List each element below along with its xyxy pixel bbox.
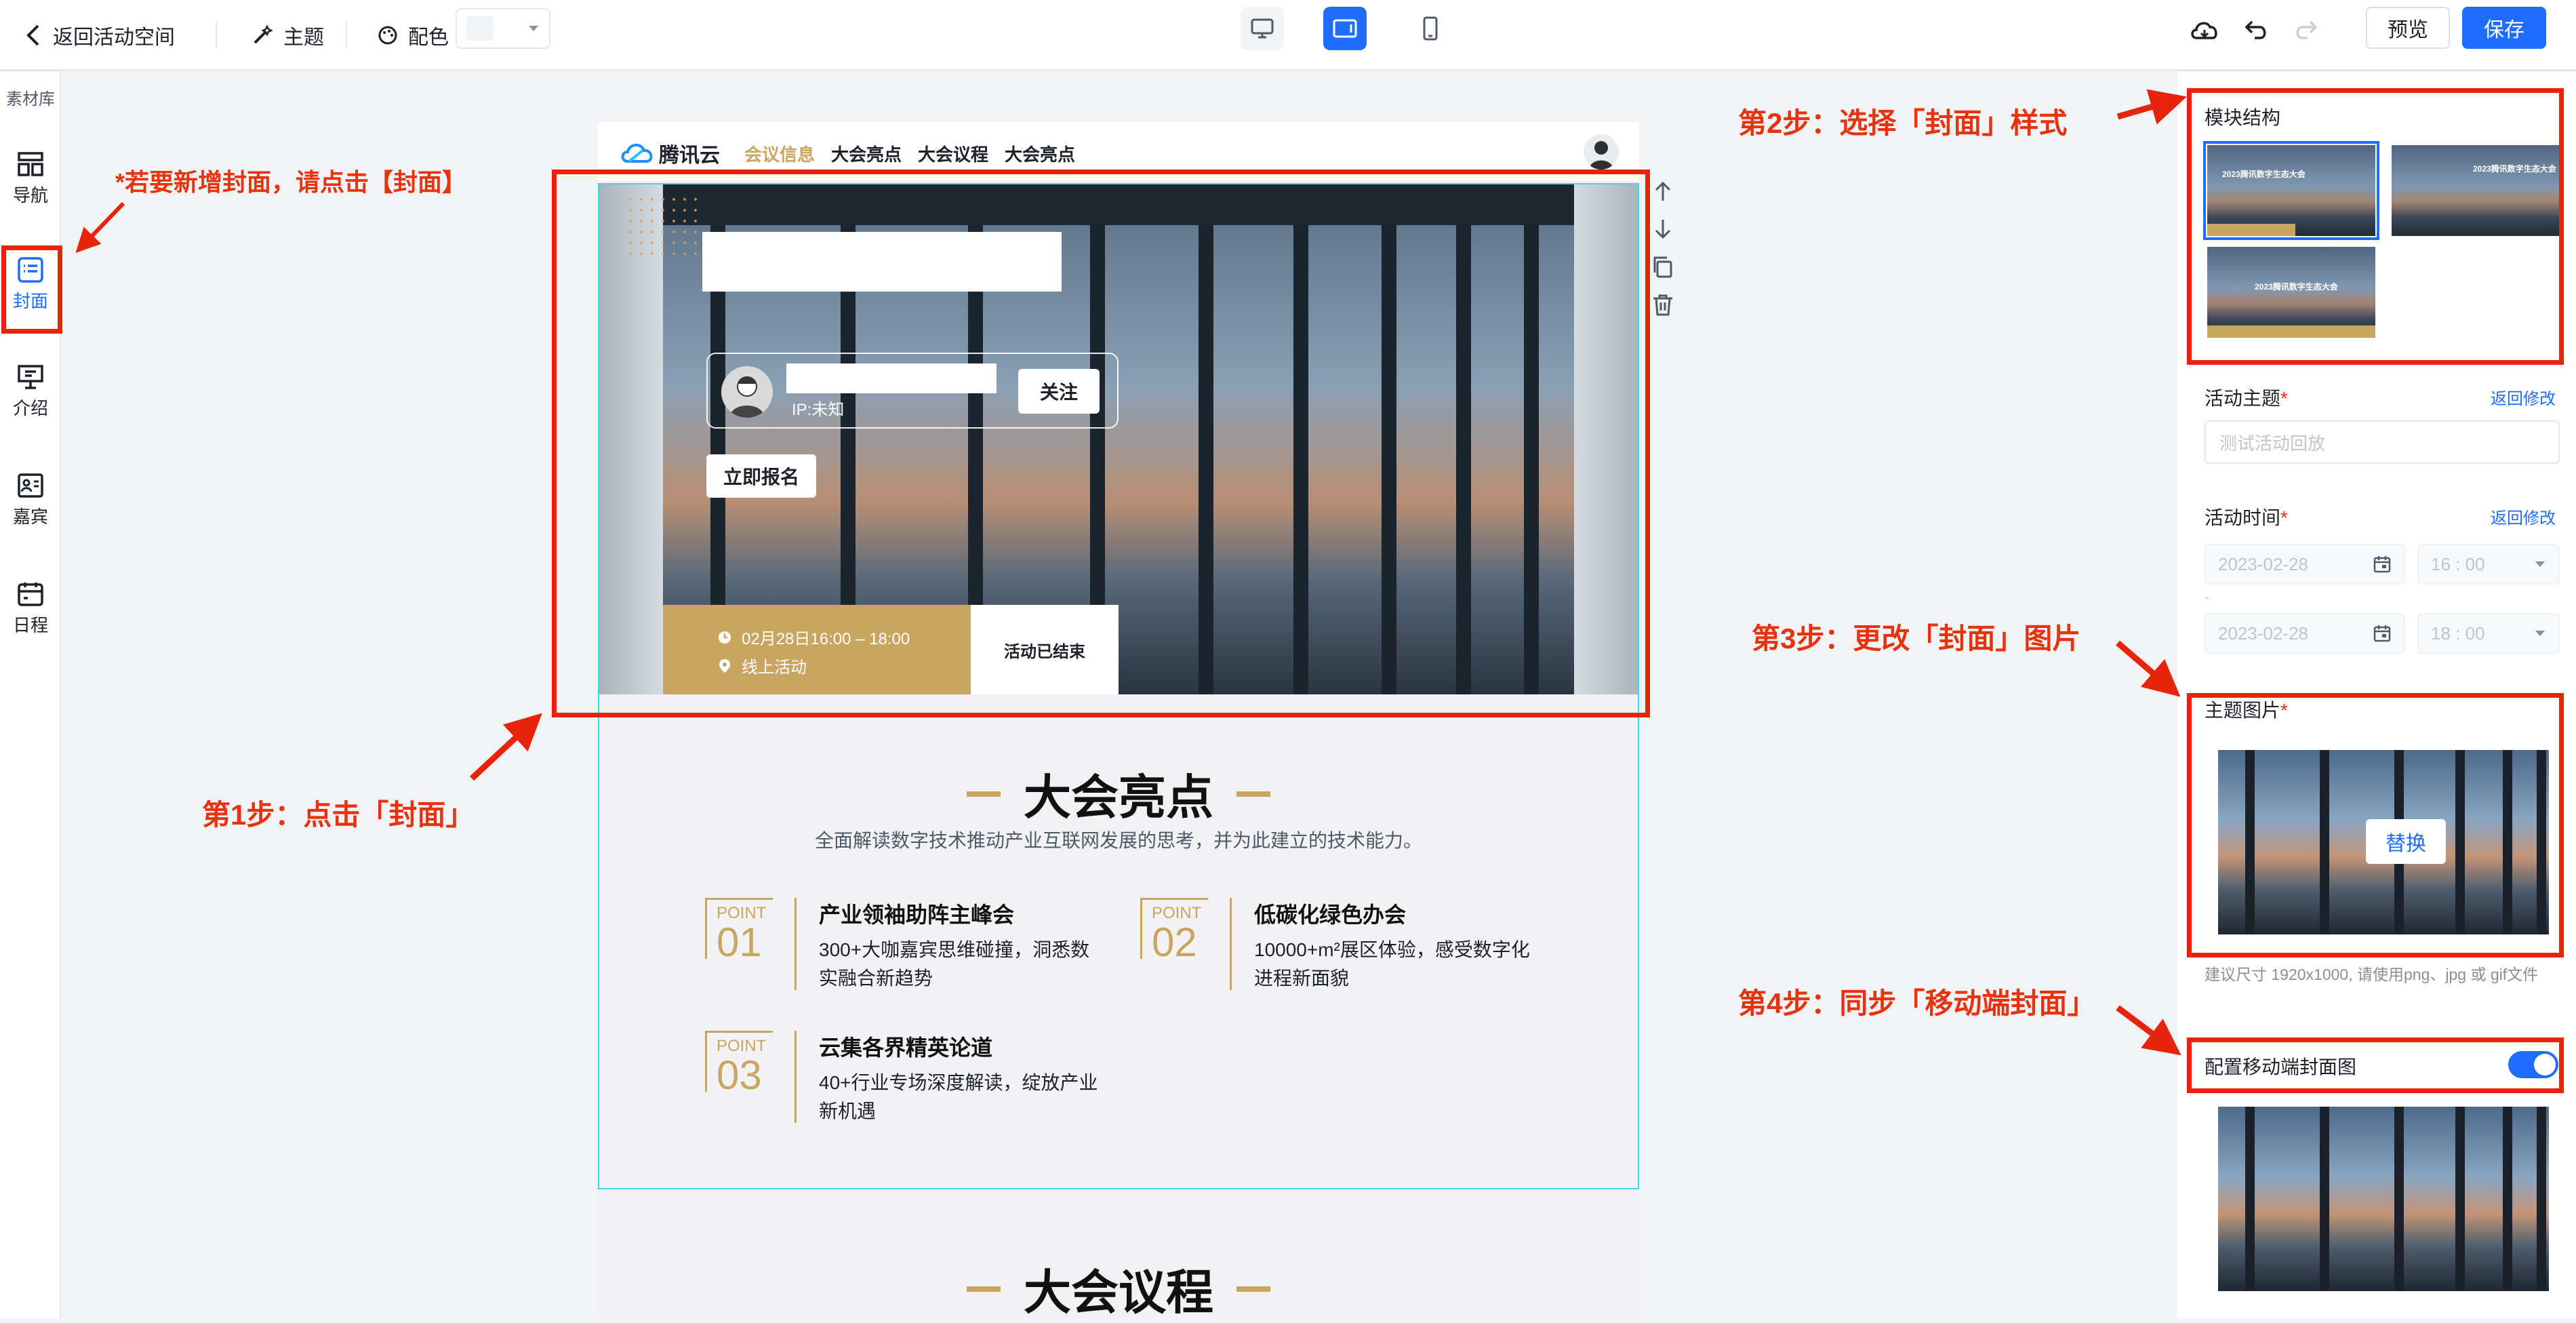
annotation-arrows: [75, 89, 2187, 1056]
